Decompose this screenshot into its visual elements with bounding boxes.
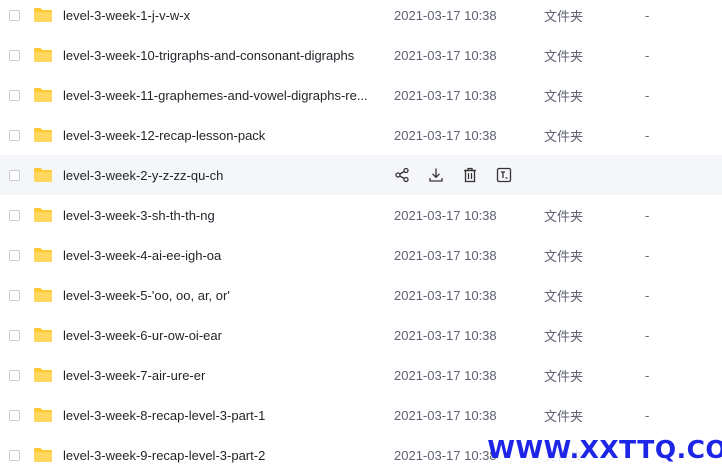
file-size: - [645, 327, 650, 343]
file-type: 文件夹 [544, 9, 584, 25]
file-size: - [645, 207, 650, 223]
file-name[interactable]: level-3-week-5-'oo, oo, ar, or' [63, 288, 381, 303]
file-list: level-3-week-1-j-v-w-x 2021-03-17 10:38 … [0, 0, 722, 469]
row-checkbox[interactable] [9, 329, 20, 341]
delete-icon [464, 167, 476, 183]
file-size: - [645, 287, 650, 303]
file-name[interactable]: level-3-week-11-graphemes-and-vowel-digr… [63, 88, 381, 103]
folder-icon [34, 448, 52, 462]
delete-button[interactable] [460, 165, 480, 185]
file-date: 2021-03-17 10:38 [394, 47, 497, 63]
file-size: - [645, 87, 650, 103]
file-name[interactable]: level-3-week-10-trigraphs-and-consonant-… [63, 48, 381, 63]
share-button[interactable] [392, 165, 412, 185]
file-name[interactable]: level-3-week-9-recap-level-3-part-2 [63, 448, 381, 463]
file-name[interactable]: level-3-week-6-ur-ow-oi-ear [63, 328, 381, 343]
row-checkbox[interactable] [9, 89, 20, 101]
row-checkbox[interactable] [9, 249, 20, 261]
share-icon [395, 167, 409, 183]
file-type: 文件夹 [544, 369, 584, 385]
download-icon [429, 168, 443, 182]
file-date: 2021-03-17 10:38 [394, 87, 497, 103]
file-type: 文件夹 [544, 329, 584, 345]
rename-icon [496, 167, 512, 183]
folder-icon [34, 248, 52, 262]
file-date: 2021-03-17 10:38 [394, 247, 497, 263]
file-type: 文件夹 [544, 209, 584, 225]
file-row[interactable]: level-3-week-3-sh-th-th-ng 2021-03-17 10… [0, 195, 722, 235]
file-date: 2021-03-17 10:38 [394, 207, 497, 223]
file-row[interactable]: level-3-week-12-recap-lesson-pack 2021-0… [0, 115, 722, 155]
file-name[interactable]: level-3-week-7-air-ure-er [63, 368, 381, 383]
file-row[interactable]: level-3-week-6-ur-ow-oi-ear 2021-03-17 1… [0, 315, 722, 355]
row-checkbox[interactable] [9, 169, 20, 181]
row-checkbox[interactable] [9, 449, 20, 461]
file-type: 文件夹 [544, 129, 584, 145]
folder-icon [34, 328, 52, 342]
file-size: - [645, 367, 650, 383]
file-size: - [645, 407, 650, 423]
file-row-hovered[interactable]: level-3-week-2-y-z-zz-qu-ch [0, 155, 722, 195]
row-checkbox[interactable] [9, 129, 20, 141]
file-row[interactable]: level-3-week-1-j-v-w-x 2021-03-17 10:38 … [0, 0, 722, 35]
row-checkbox[interactable] [9, 49, 20, 61]
folder-icon [34, 408, 52, 422]
rename-button[interactable] [494, 165, 514, 185]
folder-icon [34, 288, 52, 302]
file-date: 2021-03-17 10:38 [394, 127, 497, 143]
row-checkbox[interactable] [9, 409, 20, 421]
folder-icon [34, 208, 52, 222]
file-row[interactable]: level-3-week-11-graphemes-and-vowel-digr… [0, 75, 722, 115]
row-checkbox[interactable] [9, 289, 20, 301]
folder-icon [34, 88, 52, 102]
file-name[interactable]: level-3-week-1-j-v-w-x [63, 8, 381, 23]
folder-icon [34, 368, 52, 382]
file-type: 文件夹 [544, 49, 584, 65]
row-checkbox[interactable] [9, 209, 20, 221]
file-date: 2021-03-17 10:38 [394, 367, 497, 383]
file-type: 文件夹 [544, 249, 584, 265]
file-name[interactable]: level-3-week-4-ai-ee-igh-oa [63, 248, 381, 263]
file-row[interactable]: level-3-week-8-recap-level-3-part-1 2021… [0, 395, 722, 435]
file-type: 文件夹 [544, 289, 584, 305]
download-button[interactable] [426, 165, 446, 185]
file-size: - [645, 247, 650, 263]
folder-icon [34, 48, 52, 62]
file-name[interactable]: level-3-week-2-y-z-zz-qu-ch [63, 168, 381, 183]
file-size: - [645, 7, 650, 23]
file-date: 2021-03-17 10:38 [394, 447, 497, 463]
file-date: 2021-03-17 10:38 [394, 407, 497, 423]
file-name[interactable]: level-3-week-12-recap-lesson-pack [63, 128, 381, 143]
file-row[interactable]: level-3-week-4-ai-ee-igh-oa 2021-03-17 1… [0, 235, 722, 275]
file-size: - [645, 127, 650, 143]
file-name[interactable]: level-3-week-8-recap-level-3-part-1 [63, 408, 381, 423]
file-name[interactable]: level-3-week-3-sh-th-th-ng [63, 208, 381, 223]
file-type: 文件夹 [544, 409, 584, 425]
file-row[interactable]: level-3-week-7-air-ure-er 2021-03-17 10:… [0, 355, 722, 395]
file-type: 文件夹 [544, 89, 584, 105]
file-date: 2021-03-17 10:38 [394, 327, 497, 343]
folder-icon [34, 168, 52, 182]
file-row[interactable]: level-3-week-5-'oo, oo, ar, or' 2021-03-… [0, 275, 722, 315]
folder-icon [34, 8, 52, 22]
row-checkbox[interactable] [9, 9, 20, 21]
row-actions [392, 165, 528, 185]
row-checkbox[interactable] [9, 369, 20, 381]
file-date: 2021-03-17 10:38 [394, 7, 497, 23]
watermark: WWW.XXTTQ.COM [487, 432, 722, 466]
file-row[interactable]: level-3-week-10-trigraphs-and-consonant-… [0, 35, 722, 75]
folder-icon [34, 128, 52, 142]
file-date: 2021-03-17 10:38 [394, 287, 497, 303]
file-size: - [645, 47, 650, 63]
